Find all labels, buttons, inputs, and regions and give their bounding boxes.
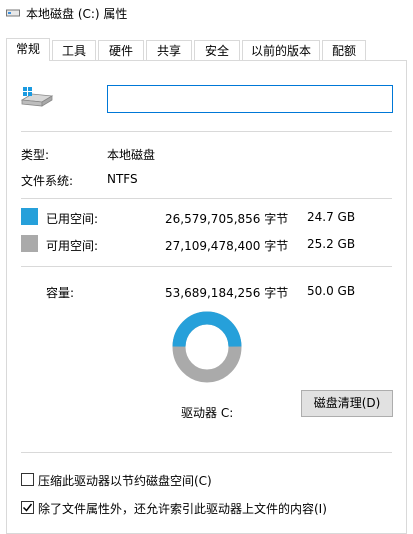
tab-security[interactable]: 安全 bbox=[194, 40, 240, 60]
drive-icon bbox=[20, 87, 54, 107]
used-space-arc bbox=[172, 311, 242, 348]
compress-drive-checkbox[interactable] bbox=[21, 473, 34, 486]
tab-sharing[interactable]: 共享 bbox=[146, 40, 192, 60]
tab-hardware[interactable]: 硬件 bbox=[98, 40, 144, 60]
window-title: 本地磁盘 (C:) 属性 bbox=[26, 7, 128, 21]
free-space-swatch bbox=[21, 235, 38, 252]
compress-drive-label: 压缩此驱动器以节约磁盘空间(C) bbox=[38, 474, 212, 488]
type-label: 类型: bbox=[21, 148, 50, 162]
tab-quota[interactable]: 配额 bbox=[322, 40, 366, 60]
drive-icon bbox=[6, 9, 20, 17]
capacity-bytes: 53,689,184,256 字节 bbox=[165, 286, 289, 300]
disk-cleanup-button[interactable]: 磁盘清理(D) bbox=[301, 390, 393, 417]
title-bar: 本地磁盘 (C:) 属性 bbox=[0, 0, 413, 28]
filesystem-label: 文件系统: bbox=[21, 174, 74, 188]
separator bbox=[21, 452, 392, 453]
separator bbox=[21, 198, 392, 199]
allow-indexing-label: 除了文件属性外，还允许索引此驱动器上文件的内容(I) bbox=[38, 502, 327, 516]
used-space-bytes: 26,579,705,856 字节 bbox=[165, 212, 289, 226]
used-space-size: 24.7 GB bbox=[307, 210, 356, 224]
free-space-bytes: 27,109,478,400 字节 bbox=[165, 239, 289, 253]
disk-usage-ring bbox=[172, 311, 242, 383]
allow-indexing-checkbox[interactable] bbox=[21, 501, 34, 514]
free-space-label: 可用空间: bbox=[46, 239, 99, 253]
type-value: 本地磁盘 bbox=[107, 148, 156, 162]
separator bbox=[21, 266, 392, 267]
capacity-size: 50.0 GB bbox=[307, 284, 356, 298]
used-space-swatch bbox=[21, 208, 38, 225]
used-space-label: 已用空间: bbox=[46, 212, 99, 226]
capacity-label: 容量: bbox=[46, 286, 75, 300]
drive-letter-label: 驱动器 C: bbox=[181, 406, 234, 420]
tab-general[interactable]: 常规 bbox=[6, 38, 50, 61]
tab-previous-versions[interactable]: 以前的版本 bbox=[242, 40, 320, 60]
tab-tools[interactable]: 工具 bbox=[52, 40, 96, 60]
separator bbox=[21, 131, 392, 132]
filesystem-value: NTFS bbox=[107, 172, 138, 186]
drive-name-input[interactable] bbox=[107, 85, 393, 113]
checkmark-icon bbox=[22, 503, 33, 512]
free-space-size: 25.2 GB bbox=[307, 237, 356, 251]
